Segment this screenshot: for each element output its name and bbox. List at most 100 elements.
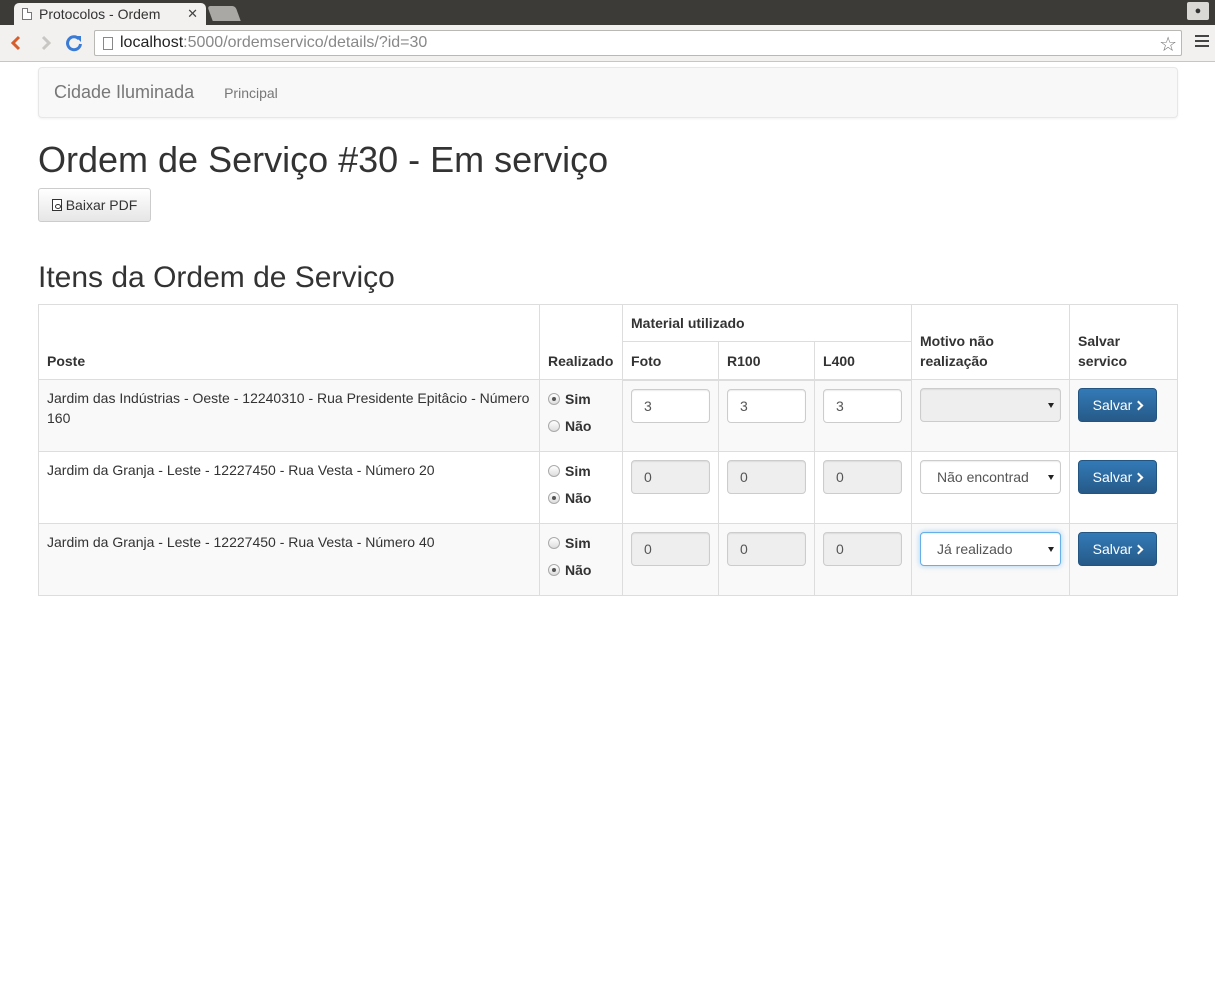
new-tab-button[interactable] [207,6,241,21]
forward-arrow-icon [41,35,52,51]
radio-dot [548,465,561,477]
save-button[interactable]: Salvar [1078,388,1157,422]
header-realizado: Realizado [539,304,624,380]
browser-tab[interactable]: Protocolos - Ordem ✕ [14,3,206,25]
l400-cell: 0 [814,451,912,524]
page-title: Ordem de Serviço #30 - Em serviço [38,139,609,180]
poste-text: Jardim da Granja - Leste - 12227450 - Ru… [47,462,435,478]
header-motivo: Motivo não realização [911,304,1070,380]
save-button[interactable]: Salvar [1078,460,1157,494]
bookmark-star-icon[interactable]: ☆ [1159,32,1177,57]
caret-down-icon [1048,475,1054,480]
page-icon [22,8,32,20]
radio-dot [548,564,561,576]
save-label: Salvar [1092,469,1133,485]
caret-down-icon [1048,403,1054,408]
chevron-right-icon [1133,544,1144,554]
poste-cell: Jardim da Granja - Leste - 12227450 - Ru… [37,523,541,596]
r100-cell: 0 [718,451,816,524]
nav-link-principal[interactable]: Principal [224,85,278,101]
menu-icon[interactable] [1195,35,1209,50]
caret-down-icon [1048,547,1054,552]
items-table: Poste Realizado Material utilizado Motiv… [37,304,1178,596]
motivo-select [920,388,1061,422]
close-icon[interactable]: ✕ [187,6,198,22]
browser-toolbar: localhost:5000/ordemservico/details/?id=… [0,25,1215,62]
realizado-cell: Sim Não [539,451,624,524]
foto-cell: 3 [622,379,720,452]
motivo-cell: Já realizado [911,523,1070,596]
realizado-cell: Sim Não [539,379,624,452]
download-pdf-button[interactable]: Baixar PDF [38,188,151,222]
r100-cell: 3 [718,379,816,452]
save-label: Salvar [1092,397,1133,413]
radio-nao[interactable]: Não [548,416,614,436]
poste-cell: Jardim da Granja - Leste - 12227450 - Ru… [37,451,541,524]
url-text: localhost:5000/ordemservico/details/?id=… [120,34,428,51]
header-poste: Poste [37,304,541,380]
forward-button[interactable] [34,31,58,55]
r100-input[interactable]: 3 [727,388,807,423]
poste-cell: Jardim das Indústrias - Oeste - 12240310… [37,379,541,452]
l400-cell: 0 [814,523,912,596]
r100-cell: 0 [718,523,816,596]
l400-cell: 3 [814,379,912,452]
foto-input[interactable]: 3 [631,388,711,423]
radio-label: Não [565,562,592,578]
poste-text: Jardim da Granja - Leste - 12227450 - Ru… [47,534,435,550]
radio-nao[interactable]: Não [548,488,614,508]
header-material: Material utilizado [622,304,912,342]
radio-dot [548,393,561,405]
radio-label: Sim [565,391,591,407]
l400-input: 0 [823,532,903,566]
header-salvar: Salvar servico [1069,304,1178,380]
address-bar[interactable]: localhost:5000/ordemservico/details/?id=… [94,30,1182,56]
header-l400: L400 [814,341,912,381]
motivo-value: Não encontrad [937,469,1029,485]
pdf-file-icon [51,199,62,211]
salvar-cell: Salvar [1069,523,1178,596]
radio-dot [548,537,561,549]
download-pdf-label: Baixar PDF [65,197,138,213]
save-button[interactable]: Salvar [1078,532,1157,566]
motivo-cell [911,379,1070,452]
motivo-cell: Não encontrad [911,451,1070,524]
reload-button[interactable] [62,31,86,55]
chevron-right-icon [1133,472,1144,482]
realizado-cell: Sim Não [539,523,624,596]
radio-label: Não [565,418,592,434]
page-icon [103,36,113,50]
table-row: Jardim das Indústrias - Oeste - 12240310… [37,379,1178,452]
profile-icon[interactable]: ● [1187,2,1209,20]
poste-text: Jardim das Indústrias - Oeste - 12240310… [47,390,530,426]
l400-input: 0 [823,460,903,494]
r100-input: 0 [727,532,807,566]
radio-nao[interactable]: Não [548,560,614,580]
chevron-right-icon [1133,400,1144,410]
radio-sim[interactable]: Sim [548,533,614,553]
foto-cell: 0 [622,523,720,596]
r100-input: 0 [727,460,807,494]
header-foto: Foto [622,341,720,381]
reload-icon [66,35,82,52]
radio-sim[interactable]: Sim [548,389,614,409]
l400-input[interactable]: 3 [823,388,903,423]
motivo-select[interactable]: Já realizado [920,532,1061,566]
radio-label: Não [565,490,592,506]
table-row: Jardim da Granja - Leste - 12227450 - Ru… [37,523,1178,596]
radio-label: Sim [565,463,591,479]
radio-sim[interactable]: Sim [548,461,614,481]
navbar-brand[interactable]: Cidade Iluminada [39,82,194,103]
motivo-value: Já realizado [937,541,1013,557]
motivo-select[interactable]: Não encontrad [920,460,1061,494]
foto-input: 0 [631,532,711,566]
back-arrow-icon [10,35,21,51]
header-r100: R100 [718,341,816,381]
foto-input: 0 [631,460,711,494]
radio-dot [548,492,561,504]
salvar-cell: Salvar [1069,379,1178,452]
tab-title: Protocolos - Ordem [39,6,161,22]
back-button[interactable] [4,31,28,55]
radio-label: Sim [565,535,591,551]
navbar: Cidade Iluminada Principal [38,67,1178,118]
